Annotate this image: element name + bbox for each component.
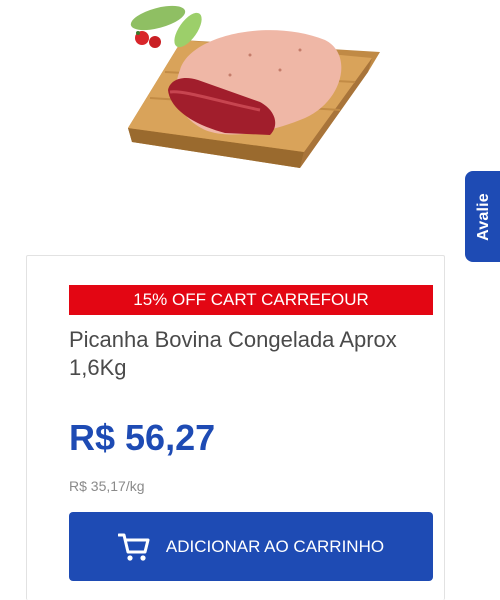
unit-price: R$ 35,17/kg — [69, 478, 145, 494]
product-card: 15% OFF CART CARREFOUR Picanha Bovina Co… — [26, 255, 445, 600]
product-image — [110, 0, 390, 225]
add-to-cart-label: ADICIONAR AO CARRINHO — [165, 536, 385, 556]
add-to-cart-button[interactable]: ADICIONAR AO CARRINHO — [69, 512, 433, 581]
avalie-tab-label: Avalie — [475, 192, 492, 241]
product-price: R$ 56,27 — [69, 417, 216, 458]
avalie-tab[interactable]: Avalie — [465, 171, 500, 262]
shopping-cart-icon — [117, 532, 150, 562]
promo-banner: 15% OFF CART CARREFOUR — [69, 285, 433, 315]
product-title[interactable]: Picanha Bovina Congelada Aprox 1,6Kg — [69, 326, 409, 382]
